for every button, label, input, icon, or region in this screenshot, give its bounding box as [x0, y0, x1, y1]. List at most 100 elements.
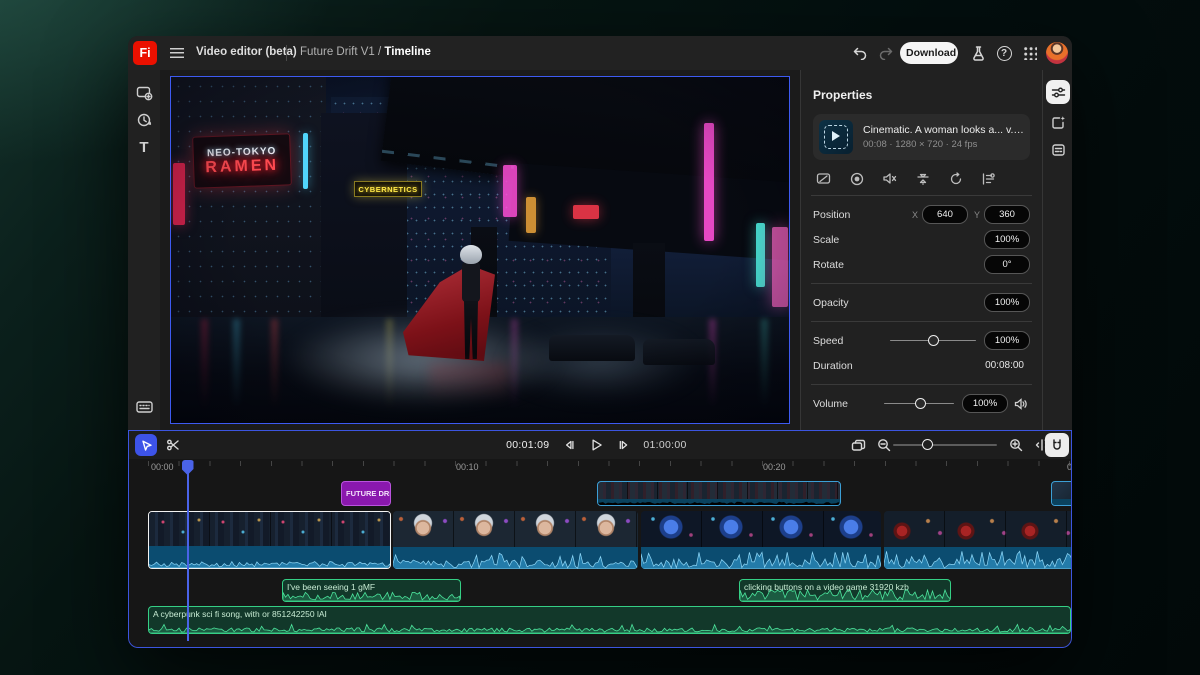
mask-icon[interactable]: [848, 170, 865, 187]
flip-icon[interactable]: [914, 170, 931, 187]
music-clip[interactable]: A cyberpunk sci fi song, with or 8512422…: [148, 606, 1071, 634]
timeline-zoom-slider[interactable]: [893, 444, 997, 446]
right-toolbar: [1042, 70, 1072, 430]
overlay-video-clip[interactable]: [597, 481, 841, 506]
apps-grid-icon[interactable]: [1020, 43, 1040, 63]
rotate-label: Rotate: [813, 259, 984, 271]
video-clip-cape[interactable]: [884, 511, 1072, 569]
scissors-icon[interactable]: [162, 434, 184, 456]
video-clip-city[interactable]: [148, 511, 391, 569]
preview-frame: NEO-TOKYO RAMEN CYBERNETICS: [171, 77, 789, 423]
flask-icon[interactable]: [968, 43, 988, 63]
properties-panel: Properties Cinematic. A woman looks a...…: [800, 70, 1042, 430]
order-icon[interactable]: [980, 170, 997, 187]
keyboard-shortcuts-icon[interactable]: [135, 398, 153, 416]
divider: [811, 283, 1032, 284]
undo-icon[interactable]: [850, 43, 870, 63]
position-y-input[interactable]: [984, 205, 1030, 224]
ruler-label: 00:00: [151, 462, 174, 472]
volume-input[interactable]: [962, 394, 1008, 413]
zoom-out-icon[interactable]: [873, 434, 895, 456]
volume-label: Volume: [813, 398, 884, 410]
duration-label: Duration: [813, 360, 985, 372]
volume-slider-knob[interactable]: [915, 398, 926, 409]
app-window: Fi Video editor (beta) Future Drift V1 /…: [128, 36, 1072, 648]
zoom-in-icon[interactable]: [1005, 434, 1027, 456]
step-forward-icon[interactable]: [615, 436, 633, 454]
opacity-label: Opacity: [813, 297, 984, 309]
captions-icon[interactable]: [1046, 138, 1070, 162]
video-clip-woman[interactable]: [393, 511, 638, 569]
rotate-ccw-icon[interactable]: [947, 170, 964, 187]
speed-row: Speed: [813, 328, 1030, 353]
scale-input[interactable]: [984, 230, 1030, 249]
volume-slider[interactable]: [884, 398, 954, 410]
clip-audio-strip: [884, 547, 1072, 569]
timeline-toolbar: 00:01:09 01:00:00: [129, 431, 1071, 459]
timeline-panel: 00:01:09 01:00:00: [128, 430, 1072, 648]
music-track: A cyberpunk sci fi song, with or 8512422…: [129, 606, 1071, 634]
magnet-icon[interactable]: [1045, 433, 1069, 457]
add-media-icon[interactable]: [135, 84, 153, 102]
ruler-label: 00:10: [456, 462, 479, 472]
hamburger-menu-icon[interactable]: [170, 48, 184, 58]
redo-icon[interactable]: [876, 43, 896, 63]
fit-timeline-icon[interactable]: [847, 434, 869, 456]
duration-value: 00:08:00: [985, 360, 1030, 371]
speed-slider[interactable]: [890, 335, 976, 347]
properties-sliders-icon[interactable]: [1046, 80, 1070, 104]
text-tool-icon[interactable]: T: [135, 138, 153, 156]
position-x-input[interactable]: [922, 205, 968, 224]
breadcrumb-project[interactable]: Future Drift V1: [300, 46, 375, 58]
app-title: Video editor (beta): [196, 46, 297, 58]
generated-video-icon: [819, 120, 853, 154]
clip-wave-strip: [598, 499, 840, 505]
clip-thumbnails: [149, 512, 390, 548]
clip-audio-strip: [393, 547, 638, 569]
help-icon[interactable]: ?: [994, 43, 1014, 63]
sfx-track: I've been seeing 1 gMF clicking buttons …: [129, 579, 1071, 602]
video-preview-canvas[interactable]: NEO-TOKYO RAMEN CYBERNETICS: [170, 76, 790, 424]
ruler-label: 00:30: [1067, 462, 1072, 472]
waveform: [283, 590, 460, 601]
mute-icon[interactable]: [881, 170, 898, 187]
opacity-input[interactable]: [984, 293, 1030, 312]
waveform: [393, 549, 638, 569]
sfx-clip-1[interactable]: I've been seeing 1 gMF: [282, 579, 461, 602]
sfx-clip-2[interactable]: clicking buttons on a video game 31920 k…: [739, 579, 951, 602]
transport-controls: 00:01:09 01:00:00: [506, 431, 687, 459]
speed-slider-knob[interactable]: [928, 335, 939, 346]
zoom-slider-knob[interactable]: [922, 439, 933, 450]
end-timecode: 01:00:00: [643, 439, 686, 451]
title-clip[interactable]: FUTURE DRI: [341, 481, 391, 506]
clip-audio-strip: [149, 546, 390, 568]
speaker-icon[interactable]: [1014, 397, 1030, 411]
play-icon[interactable]: [587, 436, 605, 454]
scale-label: Scale: [813, 234, 984, 246]
breadcrumb[interactable]: Future Drift V1 / Timeline: [300, 46, 431, 58]
video-clip-robot[interactable]: [641, 511, 881, 569]
left-toolbar: T: [128, 70, 160, 430]
clip-title: Cinematic. A woman looks a... v.ffgenvid: [863, 124, 1024, 136]
step-back-icon[interactable]: [559, 436, 577, 454]
timeline-ruler[interactable]: 00:00 00:10 00:20 00:30: [129, 459, 1071, 475]
firefly-logo[interactable]: Fi: [133, 41, 157, 65]
waveform: [149, 619, 1070, 633]
ruler-label: 00:20: [763, 462, 786, 472]
history-clock-icon[interactable]: [135, 111, 153, 129]
avatar[interactable]: [1046, 42, 1068, 64]
download-button[interactable]: Download: [900, 42, 958, 64]
topbar-divider: [286, 45, 287, 61]
overlay-track: FUTURE DRI: [129, 481, 1071, 506]
select-tool-icon[interactable]: [135, 434, 157, 456]
generative-edit-icon[interactable]: [1046, 110, 1070, 134]
x-axis-label: X: [912, 210, 918, 220]
overlay-video-clip-2[interactable]: [1051, 481, 1072, 506]
selected-clip-card[interactable]: Cinematic. A woman looks a... v.ffgenvid…: [813, 114, 1030, 160]
top-bar: Fi Video editor (beta) Future Drift V1 /…: [128, 36, 1072, 70]
speed-input[interactable]: [984, 331, 1030, 350]
main-row: T: [128, 70, 1072, 430]
playhead-line[interactable]: [187, 461, 189, 641]
rotate-input[interactable]: [984, 255, 1030, 274]
background-remove-icon[interactable]: [815, 170, 832, 187]
